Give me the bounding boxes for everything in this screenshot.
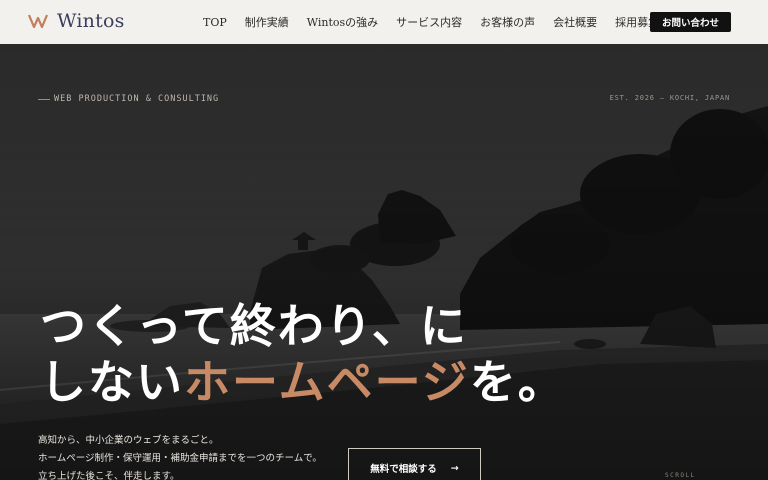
hero-section: WEB PRODUCTION & CONSULTING EST. 2026 — …: [0, 44, 768, 480]
consult-button-label: 無料で相談する: [370, 464, 437, 475]
free-consultation-button[interactable]: 無料で相談する →: [348, 448, 481, 480]
headline-line-2: しないホームページを。: [40, 354, 566, 410]
lead-line: 高知から、中小企業のウェブをまるごと。: [38, 435, 219, 446]
logo-mark-icon: [28, 12, 56, 30]
eyebrow-text: WEB PRODUCTION & CONSULTING: [54, 94, 220, 104]
nav-item-company[interactable]: 会社概要: [553, 14, 597, 30]
lead-line: ホームページ制作・保守運用・補助金申請までを一つのチームで。: [38, 453, 322, 464]
hero-background-image: [0, 44, 768, 480]
nav-item-works[interactable]: 制作実績: [245, 14, 289, 30]
eyebrow-label: WEB PRODUCTION & CONSULTING: [38, 94, 219, 104]
nav-item-services[interactable]: サービス内容: [396, 14, 462, 30]
main-nav: TOP 制作実績 Wintosの強み サービス内容 お客様の声 会社概要 採用募…: [203, 0, 677, 44]
headline-line-2-post: を。: [469, 355, 566, 409]
logo[interactable]: Wintos: [28, 10, 125, 32]
arrow-right-icon: →: [450, 462, 459, 474]
contact-button[interactable]: お問い合わせ: [650, 12, 731, 32]
hero-lead: 高知から、中小企業のウェブをまるごと。 ホームページ制作・保守運用・補助金申請ま…: [38, 432, 322, 480]
hero-headline: つくって終わり、に しないホームページを。: [40, 298, 566, 410]
headline-line-1: つくって終わり、に: [40, 299, 468, 353]
nav-item-voices[interactable]: お客様の声: [480, 14, 535, 30]
headline-line-2-pre: しない: [40, 355, 184, 409]
scroll-indicator[interactable]: SCROLL: [665, 472, 696, 479]
eyebrow-accent-line: [38, 98, 50, 100]
established-label: EST. 2026 — KOCHI, JAPAN: [609, 94, 730, 102]
site-header: Wintos TOP 制作実績 Wintosの強み サービス内容 お客様の声 会…: [0, 0, 768, 44]
logo-text: Wintos: [57, 10, 125, 32]
headline-highlight: ホームページ: [184, 355, 470, 409]
logo-text-rest: intos: [76, 10, 125, 32]
nav-item-strengths[interactable]: Wintosの強み: [307, 14, 378, 30]
logo-text-initial: W: [57, 10, 77, 32]
lead-line: 立ち上げた後こそ、伴走します。: [38, 471, 180, 480]
nav-item-top[interactable]: TOP: [203, 16, 227, 29]
